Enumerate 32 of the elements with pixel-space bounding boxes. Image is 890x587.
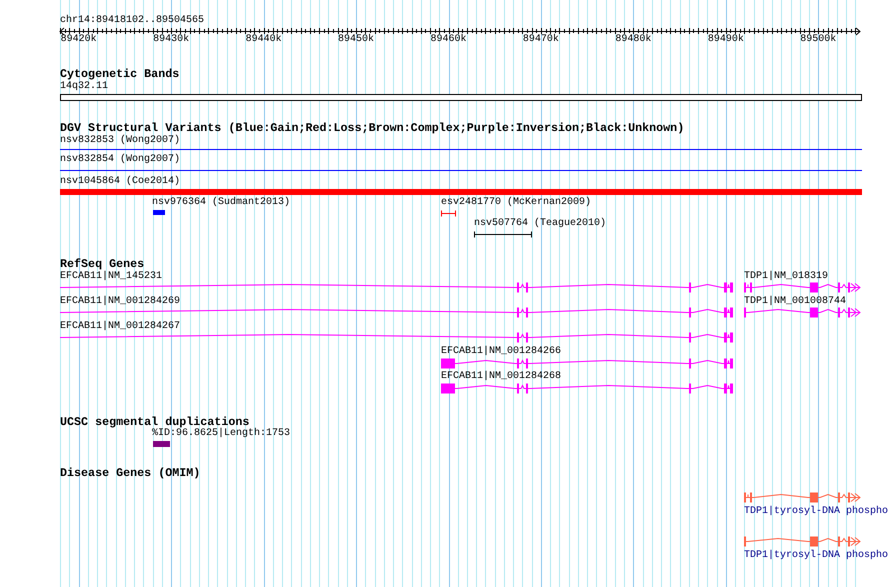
gene-label: TDP1|NM_018319	[744, 271, 828, 283]
disease-gene-label: TDP1|tyrosyl-DNA phospho	[744, 506, 888, 518]
track-title: DGV Structural Variants (Blue:Gain;Red:Loss;Brown:Complex;Purple:Inversion;Black:Unknown)	[60, 122, 684, 134]
variant-label: esv2481770 (McKernan2009)	[441, 197, 592, 209]
track-title: UCSC segmental duplications	[60, 416, 250, 428]
ruler-tick-label: 89430k	[153, 34, 190, 46]
variant-label: nsv507764 (Teague2010)	[474, 218, 606, 230]
variant-label: nsv832853 (Wong2007)	[60, 135, 180, 147]
ruler-tick-label: 89450k	[338, 34, 374, 46]
track-title: Disease Genes (OMIM)	[60, 467, 200, 479]
gene-label: EFCAB11|NM_001284268	[441, 371, 562, 383]
ruler-tick-label: 89490k	[708, 34, 744, 46]
ruler-tick-label: 89440k	[246, 34, 282, 46]
gene-label: TDP1|NM_001008744	[744, 296, 846, 308]
ruler-tick-label: 89500k	[800, 34, 836, 46]
gene-label: EFCAB11|NM_001284266	[441, 346, 562, 358]
gene-label: EFCAB11|NM_001284267	[60, 321, 180, 333]
band-label: 14q32.11	[60, 81, 108, 93]
ruler-tick-label: 89480k	[615, 34, 652, 46]
ruler-tick-label: 89470k	[522, 34, 559, 46]
variant-label: nsv832854 (Wong2007)	[60, 154, 180, 166]
region-label: chr14:89418102..89504565	[60, 15, 204, 27]
ruler-tick-label: 89420k	[60, 34, 97, 46]
variant-label: nsv976364 (Sudmant2013)	[152, 197, 290, 209]
duplication-label: %ID:96.8625|Length:1753	[152, 428, 290, 440]
variant-label: nsv1045864 (Coe2014)	[60, 176, 180, 188]
ruler-tick-label: 89460k	[430, 34, 466, 46]
track-title: RefSeq Genes	[60, 258, 144, 270]
disease-gene-label: TDP1|tyrosyl-DNA phospho	[744, 550, 888, 562]
track-title: Cytogenetic Bands	[60, 68, 180, 80]
gene-label: EFCAB11|NM_001284269	[60, 296, 180, 308]
gene-label: EFCAB11|NM_145231	[60, 271, 162, 283]
